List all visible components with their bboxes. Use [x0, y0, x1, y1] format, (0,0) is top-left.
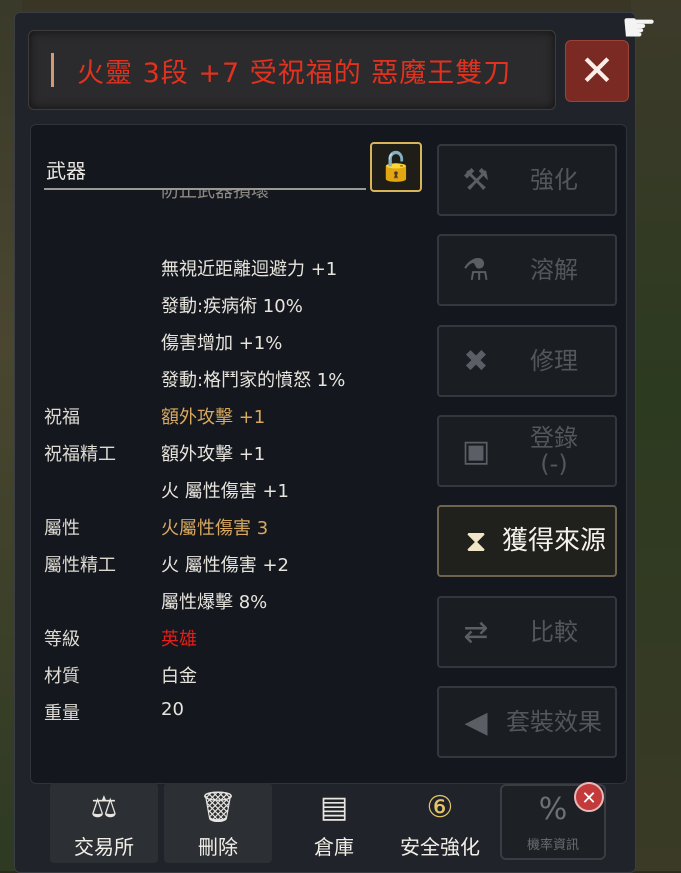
swap-icon: ⇄ — [463, 615, 489, 650]
stat-value: 額外攻擊 +1 — [161, 444, 266, 465]
side-button-6[interactable]: ⇄ 比較 — [437, 596, 617, 668]
bottom-button-3[interactable]: ▤ 倉庫 — [280, 783, 388, 863]
safe-enchant-icon: ⑥ — [426, 790, 454, 825]
stat-label: 屬性精工 — [44, 555, 116, 576]
stat-label: 祝福精工 — [44, 444, 116, 465]
side-button-label: 修理 — [530, 347, 578, 375]
cursor-icon: ☛ — [621, 5, 657, 51]
lock-button[interactable]: 🔓 — [370, 142, 422, 192]
stat-label: 屬性 — [44, 518, 80, 539]
stat-label: 等級 — [44, 629, 80, 650]
stat-value: 火 屬性傷害 +2 — [161, 555, 289, 576]
stat-value: 額外攻擊 +1 — [161, 407, 266, 428]
side-button-1[interactable]: ⚒ 強化 — [437, 144, 617, 216]
stat-label: 重量 — [44, 703, 80, 724]
bottom-button-4[interactable]: ⑥ 安全強化 — [380, 783, 500, 863]
chest-icon: ▤ — [319, 790, 349, 825]
side-button-label: 比較 — [530, 618, 578, 646]
side-button-label: 獲得來源 — [501, 526, 606, 556]
background-right — [631, 0, 681, 871]
stat-value: 防止武器損壞 — [161, 190, 269, 202]
side-button-5[interactable]: ⧗ 獲得來源 — [437, 505, 617, 577]
stat-value: 屬性爆擊 8% — [161, 592, 268, 613]
scales-icon: ⚖ — [90, 790, 118, 825]
stat-label: 材質 — [44, 666, 80, 687]
bottom-button-1[interactable]: ⚖ 交易所 — [50, 783, 158, 863]
bottom-button-2[interactable]: 🗑 刪除 — [164, 783, 272, 863]
trash-icon: 🗑 — [198, 790, 238, 825]
repair-tools-icon: ✖ — [463, 344, 489, 379]
rate-close-button[interactable]: ✕ — [574, 782, 604, 812]
title-bar: 火靈 3段 +7 受祝福的 惡魔王雙刀 — [28, 30, 556, 110]
anvil-icon: ⚒ — [462, 163, 490, 198]
stat-label: 祝福 — [44, 407, 80, 428]
stat-value: 英雄 — [161, 629, 197, 650]
stat-value: 發動:疾病術 10% — [161, 296, 303, 317]
potion-icon: ⚗ — [462, 253, 490, 288]
side-button-label: 強化 — [530, 166, 578, 194]
arrow-left-icon: ◀ — [464, 705, 488, 740]
side-button-label: 溶解 — [530, 256, 578, 284]
bottom-button-label: 刪除 — [198, 835, 238, 859]
bottom-button-label: 倉庫 — [314, 835, 354, 859]
stat-value: 傷害增加 +1% — [161, 333, 283, 354]
side-button-4[interactable]: ▣ 登錄 (-) — [437, 415, 617, 487]
stat-value: 20 — [161, 699, 184, 720]
bottom-button-label: 安全強化 — [400, 835, 480, 859]
side-button-label: 套裝效果 — [506, 708, 602, 736]
stat-value: 白金 — [161, 666, 197, 687]
bottom-button-label: 交易所 — [74, 835, 134, 859]
side-button-3[interactable]: ✖ 修理 — [437, 325, 617, 397]
stat-value: 無視近距離迴避力 +1 — [161, 259, 338, 280]
rate-info-label: 機率資訊 — [526, 838, 579, 853]
section-label: 武器 — [46, 159, 86, 183]
stat-value: 火屬性傷害 3 — [161, 518, 269, 539]
side-button-2[interactable]: ⚗ 溶解 — [437, 234, 617, 306]
book-icon: ▣ — [461, 434, 491, 469]
title-marker — [51, 53, 54, 87]
source-icon: ⧗ — [465, 524, 487, 559]
close-icon: ✕ — [581, 788, 597, 809]
stat-value: 發動:格鬥家的憤怒 1% — [161, 370, 346, 391]
item-title: 火靈 3段 +7 受祝福的 惡魔王雙刀 — [77, 58, 512, 89]
side-button-7[interactable]: ◀ 套裝效果 — [437, 686, 617, 758]
stat-value: 火 屬性傷害 +1 — [161, 481, 289, 502]
side-button-label: 登錄 (-) — [530, 424, 578, 478]
lock-icon: 🔓 — [378, 150, 414, 183]
